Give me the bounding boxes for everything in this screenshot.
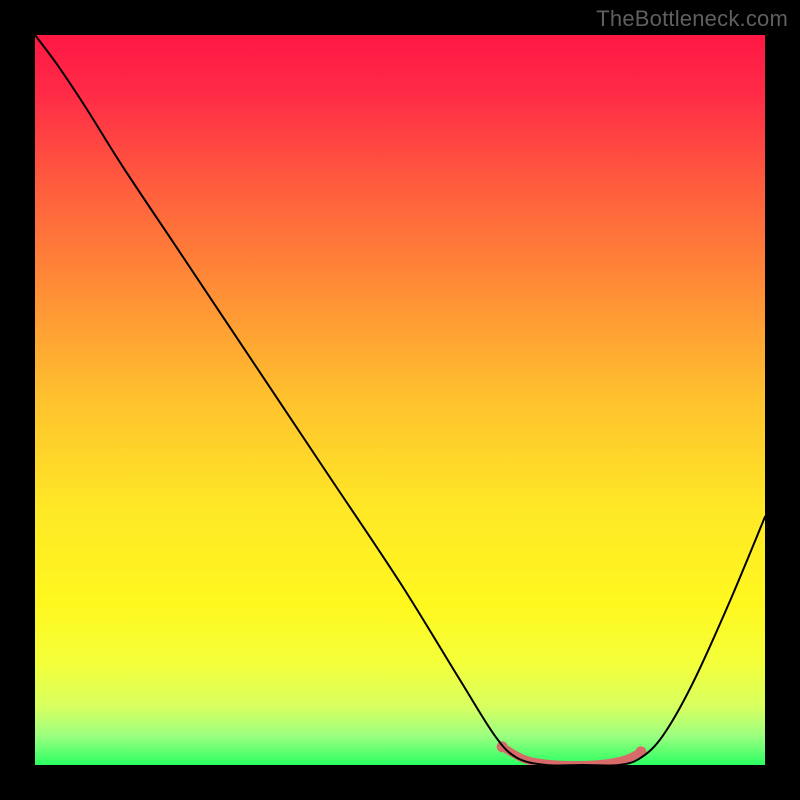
highlight-band bbox=[502, 747, 641, 765]
plot-area bbox=[35, 35, 765, 765]
watermark-text: TheBottleneck.com bbox=[596, 6, 788, 32]
bottleneck-curve bbox=[35, 35, 765, 765]
curve-layer bbox=[35, 35, 765, 765]
